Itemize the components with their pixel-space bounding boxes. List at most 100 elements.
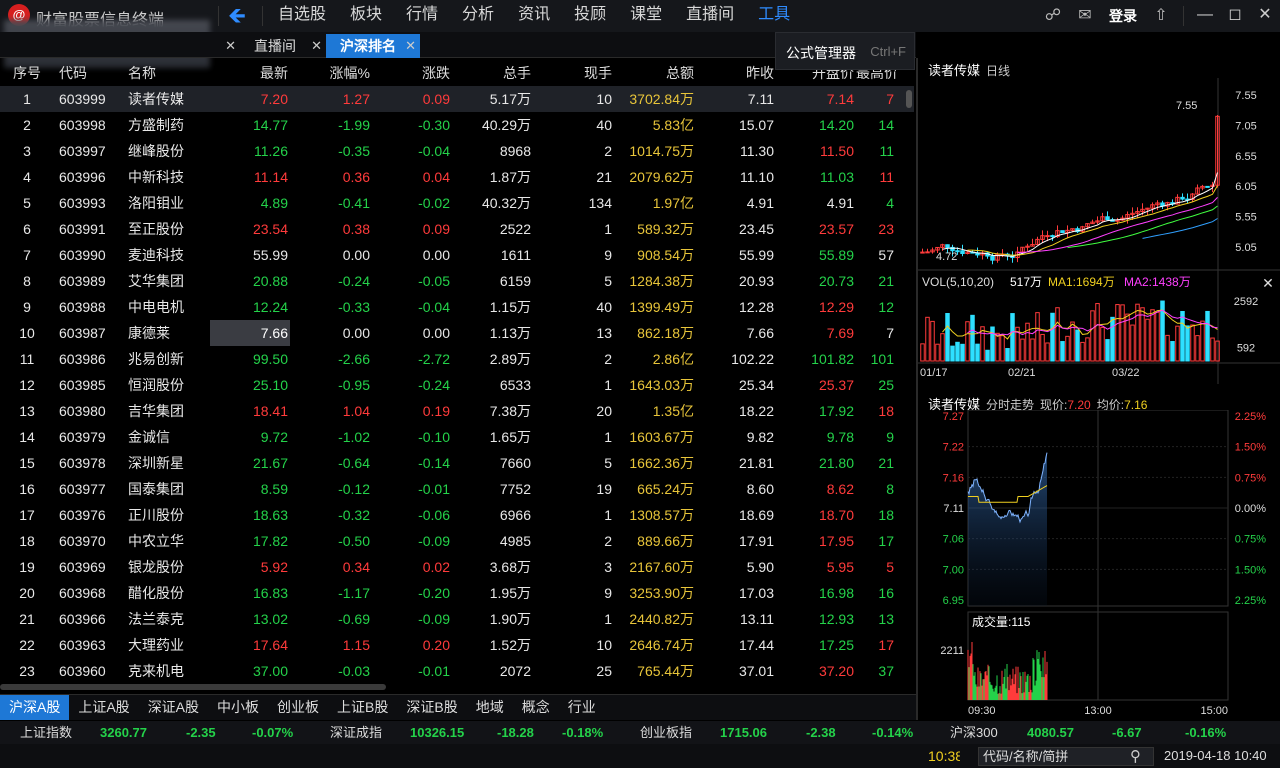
table-row[interactable]: 15 603978 深圳新星 21.67 -0.64 -0.14 7660 5 1662.36万…: [0, 450, 914, 476]
formula-manager-shortcut: Ctrl+F: [870, 44, 906, 59]
menu-item[interactable]: 板块: [338, 0, 394, 32]
search-icon[interactable]: ⚲: [1130, 747, 1141, 765]
table-cell: 603989: [59, 273, 106, 289]
column-header[interactable]: 涨跌: [372, 60, 452, 86]
market-tab[interactable]: 行业: [559, 695, 605, 720]
table-cell: 康德莱: [128, 325, 170, 341]
tab-live[interactable]: 直播间 ✕: [240, 34, 326, 58]
index-name[interactable]: 深证成指: [330, 721, 382, 744]
intraday-y-tick: 7.16: [943, 472, 964, 484]
table-cell: 8: [23, 273, 31, 289]
market-tab[interactable]: 上证B股: [328, 695, 397, 720]
column-header[interactable]: 最新: [210, 60, 290, 86]
login-button[interactable]: 登录: [1101, 0, 1145, 32]
table-row[interactable]: 21 603966 法兰泰克 13.02 -0.69 -0.09 1.90万 1 2440.82…: [0, 606, 914, 632]
skin-shirt-icon[interactable]: ⇧: [1145, 0, 1177, 32]
close-icon[interactable]: ✕: [1250, 0, 1280, 32]
table-cell: 1308.57万: [629, 507, 694, 523]
table-row[interactable]: 14 603979 金诚信 9.72 -1.02 -0.10 1.65万 1 1603.67万 9…: [0, 424, 914, 450]
table-cell: 恒润股份: [128, 377, 184, 393]
menu-item[interactable]: 课堂: [618, 0, 674, 32]
table-row[interactable]: 2 603998 方盛制药 14.77 -1.99 -0.30 40.29万 40 5.83亿 1…: [0, 112, 914, 138]
index-name[interactable]: 创业板指: [640, 721, 692, 744]
table-row[interactable]: 20 603968 醋化股份 16.83 -1.17 -0.20 1.95万 9 3253.90…: [0, 580, 914, 606]
menu-item[interactable]: 投顾: [562, 0, 618, 32]
tab-close-blurred[interactable]: ✕: [210, 34, 240, 58]
table-row[interactable]: 4 603996 中新科技 11.14 0.36 0.04 1.87万 21 2079.62万 1…: [0, 164, 914, 190]
close-icon[interactable]: ✕: [405, 34, 416, 58]
menu-item[interactable]: 直播间: [674, 0, 746, 32]
maximize-icon[interactable]: ◻: [1220, 0, 1250, 32]
table-cell: 603966: [59, 611, 106, 627]
table-row[interactable]: 18 603970 中农立华 17.82 -0.50 -0.09 4985 2 889.66万 1…: [0, 528, 914, 554]
intraday-chart[interactable]: 7.27 2.25% 7.22 1.50% 7.16 0.75% 7.11 0.00% 7.06…: [918, 410, 1280, 716]
close-icon[interactable]: ✕: [225, 34, 236, 58]
volume-bar: [1010, 313, 1015, 362]
column-header[interactable]: 涨幅%: [290, 60, 372, 86]
column-header[interactable]: 总手: [452, 60, 533, 86]
table-row[interactable]: 1 603999 读者传媒 7.20 1.27 0.09 5.17万 10 3702.84万 7.…: [0, 86, 914, 112]
table-row[interactable]: 11 603986 兆易创新 99.50 -2.66 -2.72 2.89万 2 2.86亿 10…: [0, 346, 914, 372]
table-row[interactable]: 5 603993 洛阳钼业 4.89 -0.41 -0.02 40.32万 134 1.97亿 4…: [0, 190, 914, 216]
table-cell: 1.65万: [489, 429, 531, 445]
table-row[interactable]: 17 603976 正川股份 18.63 -0.32 -0.06 6966 1 1308.57万…: [0, 502, 914, 528]
menu-item[interactable]: 资讯: [506, 0, 562, 32]
index-name[interactable]: 上证指数: [20, 721, 72, 744]
table-row[interactable]: 13 603980 吉华集团 18.41 1.04 0.19 7.38万 20 1.35亿 18.…: [0, 398, 914, 424]
market-tab[interactable]: 中小板: [208, 695, 268, 720]
market-tab[interactable]: 沪深A股: [0, 695, 70, 720]
table-row[interactable]: 23 603960 克来机电 37.00 -0.03 -0.01 2072 25 765.44万…: [0, 658, 914, 684]
table-row[interactable]: 12 603985 恒润股份 25.10 -0.95 -0.24 6533 1 1643.03万…: [0, 372, 914, 398]
table-cell: 2079.62万: [629, 169, 694, 185]
table-cell: 603968: [59, 585, 106, 601]
menu-item[interactable]: 行情: [394, 0, 450, 32]
vertical-scrollbar[interactable]: [906, 90, 912, 108]
table-row[interactable]: 10 603987 康德莱 7.66 0.00 0.00 1.13万 13 862.18万 7.6…: [0, 320, 914, 346]
table-row[interactable]: 8 603989 艾华集团 20.88 -0.24 -0.05 6159 5 1284.38万 2…: [0, 268, 914, 294]
column-header[interactable]: 序号: [0, 60, 56, 86]
column-header[interactable]: 名称: [128, 60, 210, 86]
horizontal-scrollbar[interactable]: [0, 684, 386, 690]
ma1-value: MA1:1694万: [1048, 275, 1115, 289]
kline-chart[interactable]: 7.55 7.05 6.55 6.05 5.55 5.05 7.55 4.72 VOL(5,10…: [918, 78, 1280, 408]
table-cell: 9: [23, 299, 31, 315]
table-row[interactable]: 3 603997 继峰股份 11.26 -0.35 -0.04 8968 2 1014.75万 1…: [0, 138, 914, 164]
table-row[interactable]: 16 603977 国泰集团 8.59 -0.12 -0.01 7752 19 665.24万 8…: [0, 476, 914, 502]
mail-icon[interactable]: ✉: [1069, 0, 1101, 32]
table-cell: 5.83亿: [652, 117, 694, 133]
table-row[interactable]: 7 603990 麦迪科技 55.99 0.00 0.00 1611 9 908.54万 55.9…: [0, 242, 914, 268]
column-header[interactable]: 代码: [56, 60, 128, 86]
market-tab[interactable]: 概念: [513, 695, 559, 720]
tab-ranking[interactable]: 沪深排名 ✕: [326, 34, 420, 58]
search-input[interactable]: 代码/名称/简拼: [978, 747, 1154, 766]
column-header[interactable]: 昨收: [696, 60, 776, 86]
market-tab[interactable]: 深证B股: [397, 695, 466, 720]
kline-stock-name: 读者传媒: [928, 63, 981, 78]
headset-icon[interactable]: ☍: [1037, 0, 1069, 32]
table-row[interactable]: 6 603991 至正股份 23.54 0.38 0.09 2522 1 589.32万 23.4…: [0, 216, 914, 242]
table-row[interactable]: 19 603969 银龙股份 5.92 0.34 0.02 3.68万 3 2167.60万 5.…: [0, 554, 914, 580]
close-icon[interactable]: ✕: [311, 34, 322, 58]
table-cell: 603993: [59, 195, 106, 211]
market-tab[interactable]: 上证A股: [69, 695, 138, 720]
stock-ranking-table: 序号 代码 名称 最新 涨幅% 涨跌 总手 现手 总额 昨收 开盘价 最高价 1 603999 读者传媒 7…: [0, 60, 914, 684]
market-tab[interactable]: 创业板: [268, 695, 328, 720]
back-arrow-icon[interactable]: 🡸: [228, 5, 254, 27]
table-cell: 正川股份: [128, 507, 184, 523]
menu-item[interactable]: 自选股: [266, 0, 338, 32]
divider: [218, 6, 219, 26]
market-tab[interactable]: 深证A股: [139, 695, 208, 720]
menu-item[interactable]: 分析: [450, 0, 506, 32]
minimize-icon[interactable]: —: [1190, 0, 1220, 32]
column-header[interactable]: 总额: [614, 60, 696, 86]
table-cell: 21.81: [738, 455, 774, 471]
column-header[interactable]: 现手: [533, 60, 614, 86]
menu-item[interactable]: 工具: [746, 0, 802, 32]
formula-manager-item[interactable]: 公式管理器: [786, 43, 856, 63]
index-name[interactable]: 沪深300: [950, 721, 998, 744]
close-icon[interactable]: ✕: [1262, 275, 1274, 291]
table-cell: 19: [19, 559, 35, 575]
table-row[interactable]: 9 603988 中电电机 12.24 -0.33 -0.04 1.15万 40 1399.49…: [0, 294, 914, 320]
market-tab[interactable]: 地域: [467, 695, 513, 720]
table-row[interactable]: 22 603963 大理药业 17.64 1.15 0.20 1.52万 10 2646.74万…: [0, 632, 914, 658]
